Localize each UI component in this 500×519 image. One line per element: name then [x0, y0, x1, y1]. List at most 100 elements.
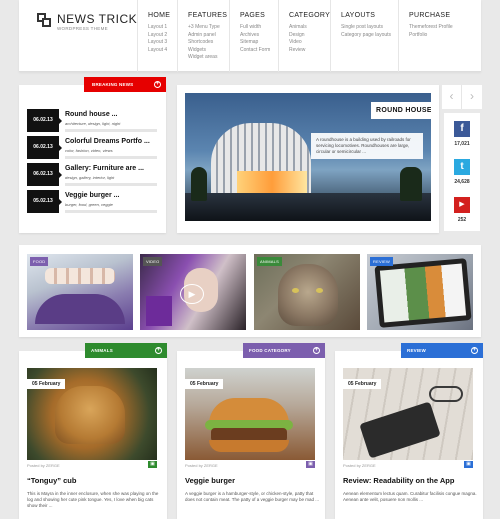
tree-shape	[400, 167, 422, 201]
facebook-icon[interactable]: f	[454, 121, 470, 137]
nav-subitem[interactable]: +3 Menu Type	[188, 24, 229, 32]
next-arrow-icon[interactable]: ›	[462, 85, 482, 109]
breaking-news-item[interactable]: 06.02.13 Colorful Dreams Portfo ... colo…	[27, 136, 157, 161]
nav-subitem[interactable]: Single post layouts	[341, 24, 398, 32]
camera-icon: ▣	[306, 461, 315, 468]
card-category-tag[interactable]: ANIMALS +	[85, 343, 167, 358]
breaking-news-item[interactable]: 05.02.13 Veggie burger ... burger, food,…	[27, 190, 157, 215]
featured-title[interactable]: ROUND HOUSE	[371, 102, 431, 119]
tablet-screen	[379, 263, 467, 323]
breaking-news-item[interactable]: 06.02.13 Gallery: Furniture are ... desi…	[27, 163, 157, 188]
nav-subitem[interactable]: Portfolio	[409, 32, 481, 40]
nav-subitem[interactable]: Contact Form	[240, 47, 278, 55]
news-title[interactable]: Gallery: Furniture are ...	[65, 165, 144, 172]
glasses-shape	[429, 386, 463, 402]
nav-subitem[interactable]: Admin panel	[188, 32, 229, 40]
page: NEWS TRICK WORDPRESS THEME HOME Layout 1…	[0, 0, 500, 519]
featured-image[interactable]: ROUND HOUSE A roundhouse is a building u…	[185, 93, 431, 221]
nav-purchase[interactable]: PURCHASE Themeforest Profile Portfolio	[398, 0, 481, 72]
nav-title[interactable]: CATEGORY	[289, 12, 330, 19]
expand-icon[interactable]: +	[471, 347, 478, 354]
cupcakes-shape	[45, 268, 115, 284]
bun-bottom-shape	[209, 440, 289, 452]
category-thumb-video[interactable]: ▶ VIDEO	[140, 254, 246, 330]
expand-icon[interactable]: +	[313, 347, 320, 354]
nav-subitem[interactable]: Layout 4	[148, 47, 177, 55]
divider	[65, 129, 157, 132]
nav-features[interactable]: FEATURES +3 Menu Type Admin panel Shortc…	[177, 0, 229, 72]
expand-icon[interactable]: +	[154, 81, 161, 88]
youtube-icon[interactable]: ▶	[454, 197, 470, 213]
nav-subitem[interactable]: Widget areas	[188, 54, 229, 62]
post-card: REVIEW + 05 February ▣ Posted by ZERGE R…	[335, 343, 483, 519]
card-title[interactable]: “Tonguy” cub	[27, 476, 76, 485]
nav-subitem[interactable]: Layout 2	[148, 32, 177, 40]
ground	[185, 193, 431, 221]
nav-pages[interactable]: PAGES Full width Archives Sitemap Contac…	[229, 0, 278, 72]
play-icon[interactable]: ▶	[180, 284, 204, 304]
nav-layouts[interactable]: LAYOUTS Single post layouts Category pag…	[330, 0, 398, 72]
post-card: FOOD CATEGORY + 05 February ▣ Posted by …	[177, 343, 325, 519]
card-date: 05 February	[27, 379, 66, 389]
nav-home[interactable]: HOME Layout 1 Layout 2 Layout 3 Layout 4	[137, 0, 177, 72]
tablet-shape	[374, 258, 472, 328]
card-category-label: REVIEW	[407, 348, 426, 353]
category-tag[interactable]: FOOD	[30, 257, 49, 266]
category-tag[interactable]: VIDEO	[143, 257, 163, 266]
nav-subitem[interactable]: Shortcodes	[188, 39, 229, 47]
nav-title[interactable]: PURCHASE	[409, 12, 481, 19]
nav-category[interactable]: CATEGORY Animals Design Video Review	[278, 0, 330, 72]
divider	[65, 156, 157, 159]
featured-description: A roundhouse is a building used by railr…	[311, 133, 423, 159]
prev-arrow-icon[interactable]: ‹	[442, 85, 462, 109]
card-category-label: ANIMALS	[91, 348, 113, 353]
news-title[interactable]: Veggie burger ...	[65, 192, 119, 199]
category-thumb-review[interactable]: REVIEW	[367, 254, 473, 330]
card-byline: Posted by ZERGE	[185, 463, 218, 468]
nav-subitem[interactable]: Sitemap	[240, 39, 278, 47]
card-date: 05 February	[185, 379, 224, 389]
camera-icon: ▣	[464, 461, 473, 468]
breaking-news-label: BREAKING NEWS +	[84, 77, 166, 92]
divider	[65, 183, 157, 186]
breaking-news-panel: BREAKING NEWS + 06.02.13 Round house ...…	[19, 77, 166, 233]
twitter-icon[interactable]: t	[454, 159, 470, 175]
tablet-shape	[359, 401, 441, 459]
card-title[interactable]: Review: Readability on the App	[343, 476, 454, 485]
nav-subitem[interactable]: Design	[289, 32, 330, 40]
category-tag[interactable]: REVIEW	[370, 257, 393, 266]
news-date: 06.02.13	[27, 109, 62, 132]
cub-shape	[55, 386, 125, 444]
nav-subitem[interactable]: Archives	[240, 32, 278, 40]
category-thumb-animals[interactable]: ANIMALS	[254, 254, 360, 330]
breaking-news-title: BREAKING NEWS	[92, 82, 134, 87]
nav-subitem[interactable]: Animals	[289, 24, 330, 32]
news-date: 05.02.13	[27, 190, 62, 213]
nav-title[interactable]: PAGES	[240, 12, 278, 19]
purple-shape	[146, 296, 172, 326]
news-title[interactable]: Round house ...	[65, 111, 118, 118]
news-title[interactable]: Colorful Dreams Portfo ...	[65, 138, 150, 145]
nav-subitem[interactable]: Layout 1	[148, 24, 177, 32]
nav-subitem[interactable]: Layout 3	[148, 39, 177, 47]
nav-subitem[interactable]: Widgets	[188, 47, 229, 55]
nav-title[interactable]: FEATURES	[188, 12, 229, 19]
logo-icon	[37, 13, 51, 27]
nav-subitem[interactable]: Review	[289, 47, 330, 55]
nav-subitem[interactable]: Category page layouts	[341, 32, 398, 40]
card-byline: Posted by ZERGE	[343, 463, 376, 468]
breaking-news-item[interactable]: 06.02.13 Round house ... architecture, d…	[27, 109, 157, 134]
nav-title[interactable]: LAYOUTS	[341, 12, 398, 19]
category-tag[interactable]: ANIMALS	[257, 257, 282, 266]
nav-title[interactable]: HOME	[148, 12, 177, 19]
card-category-tag[interactable]: REVIEW +	[401, 343, 483, 358]
nav-subitem[interactable]: Video	[289, 39, 330, 47]
expand-icon[interactable]: +	[155, 347, 162, 354]
category-thumb-food[interactable]: FOOD	[27, 254, 133, 330]
nav-subitem[interactable]: Themeforest Profile	[409, 24, 481, 32]
card-title[interactable]: Veggie burger	[185, 476, 235, 485]
news-date: 06.02.13	[27, 163, 62, 186]
nav-subitem[interactable]: Full width	[240, 24, 278, 32]
news-tags: burger, food, green, veggie	[65, 202, 113, 207]
card-category-tag[interactable]: FOOD CATEGORY +	[243, 343, 325, 358]
